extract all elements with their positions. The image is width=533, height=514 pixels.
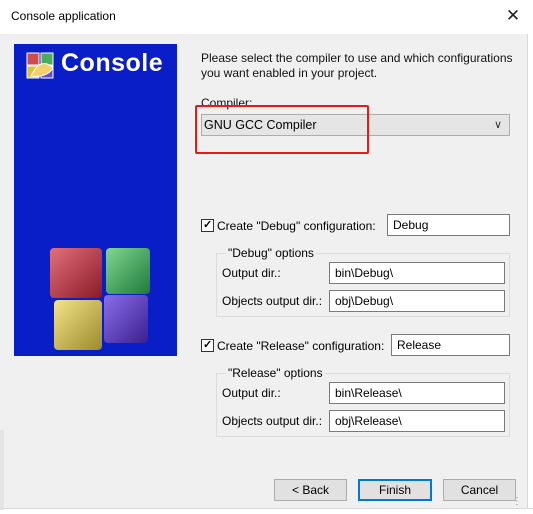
banner-title: Console	[61, 49, 164, 77]
chevron-down-icon[interactable]: ∨	[494, 118, 502, 131]
intro-text: Please select the compiler to use and wh…	[201, 51, 513, 81]
window-title: Console application	[11, 9, 116, 23]
debug-obj-dir-value: obj\Debug\	[335, 294, 394, 308]
debug-checkbox-label: Create "Debug" configuration:	[217, 219, 376, 233]
resize-grip-icon[interactable]: ⋮	[512, 496, 526, 510]
intro-line-2: you want enabled in your project.	[201, 66, 378, 80]
cancel-button[interactable]: Cancel	[443, 479, 516, 501]
close-icon[interactable]: ✕	[500, 4, 526, 28]
release-checkbox[interactable]: ✓	[201, 339, 214, 352]
debug-output-dir-value: bin\Debug\	[335, 266, 394, 280]
window-edge-bottom	[0, 508, 533, 514]
release-obj-dir-value: obj\Release\	[335, 414, 402, 428]
checkmark-icon: ✓	[203, 339, 213, 351]
debug-checkbox[interactable]: ✓	[201, 219, 214, 232]
window-edge-left	[0, 430, 4, 510]
finish-button[interactable]: Finish	[358, 479, 432, 501]
release-checkbox-label: Create "Release" configuration:	[217, 339, 385, 353]
back-button[interactable]: < Back	[274, 479, 347, 501]
debug-output-dir-label: Output dir.:	[222, 266, 281, 280]
cubes-graphic	[50, 248, 150, 350]
debug-options-title: "Debug" options	[226, 246, 316, 260]
window-edge-right	[527, 34, 533, 514]
annotation-highlight-box	[195, 105, 369, 154]
release-obj-dir-label: Objects output dir.:	[222, 414, 323, 428]
debug-obj-dir-label: Objects output dir.:	[222, 294, 323, 308]
intro-line-1: Please select the compiler to use and wh…	[201, 51, 513, 65]
debug-name-value: Debug	[393, 218, 429, 232]
release-name-value: Release	[397, 338, 442, 352]
codeblocks-logo-icon	[26, 52, 54, 79]
checkmark-icon: ✓	[203, 219, 213, 231]
release-options-title: "Release" options	[226, 366, 325, 380]
release-output-dir-label: Output dir.:	[222, 386, 281, 400]
release-output-dir-value: bin\Release\	[335, 386, 402, 400]
